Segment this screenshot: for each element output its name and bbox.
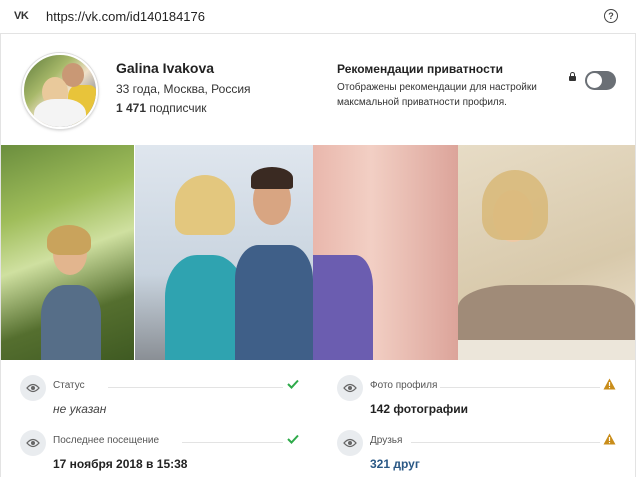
avatar[interactable]: [22, 53, 98, 129]
profile-info: 33 года, Москва, Россия: [116, 82, 251, 96]
gallery-photo-4[interactable]: [458, 145, 635, 360]
check-icon: [287, 434, 299, 444]
eye-icon: [20, 430, 46, 456]
field-last-seen: Последнее посещение 17 ноября 2018 в 15:…: [20, 430, 300, 475]
field-label: Последнее посещение: [53, 435, 160, 446]
vk-logo-icon: VK: [14, 10, 29, 22]
friends-link[interactable]: 321 друг: [370, 457, 420, 471]
address-bar: VK https://vk.com/id140184176 ?: [0, 0, 636, 34]
help-icon[interactable]: ?: [604, 9, 618, 23]
toggle-knob: [587, 73, 602, 88]
field-value: не указан: [53, 402, 107, 416]
field-label: Статус: [53, 380, 85, 391]
privacy-description: Отображены рекомендации для настройки ма…: [337, 82, 537, 108]
followers-count: 1 471 подписчик: [116, 101, 207, 115]
check-icon: [287, 379, 299, 389]
field-label: Друзья: [370, 435, 403, 446]
gallery-photo-1[interactable]: [1, 145, 134, 360]
field-label: Фото профиля: [370, 380, 438, 391]
eye-icon: [20, 375, 46, 401]
eye-icon: [337, 430, 363, 456]
followers-number: 1 471: [116, 101, 147, 115]
field-profile-photos: Фото профиля 142 фотографии: [337, 375, 622, 420]
eye-icon: [337, 375, 363, 401]
photo-gallery: [1, 145, 635, 360]
warning-icon: [603, 378, 616, 390]
field-value: 17 ноября 2018 в 15:38: [53, 457, 188, 471]
privacy-toggle[interactable]: [585, 71, 616, 90]
url-text[interactable]: https://vk.com/id140184176: [46, 9, 205, 24]
privacy-title: Рекомендации приватности: [337, 62, 504, 76]
gallery-photo-3[interactable]: [313, 145, 458, 360]
lock-icon: [569, 72, 576, 81]
field-status: Статус не указан: [20, 375, 300, 420]
followers-label: подписчик: [149, 101, 207, 115]
field-value: 142 фотографии: [370, 402, 469, 416]
profile-name[interactable]: Galina Ivakova: [116, 60, 214, 76]
gallery-photo-2[interactable]: [135, 145, 313, 360]
warning-icon: [603, 433, 616, 445]
field-friends: Друзья 321 друг: [337, 430, 622, 475]
